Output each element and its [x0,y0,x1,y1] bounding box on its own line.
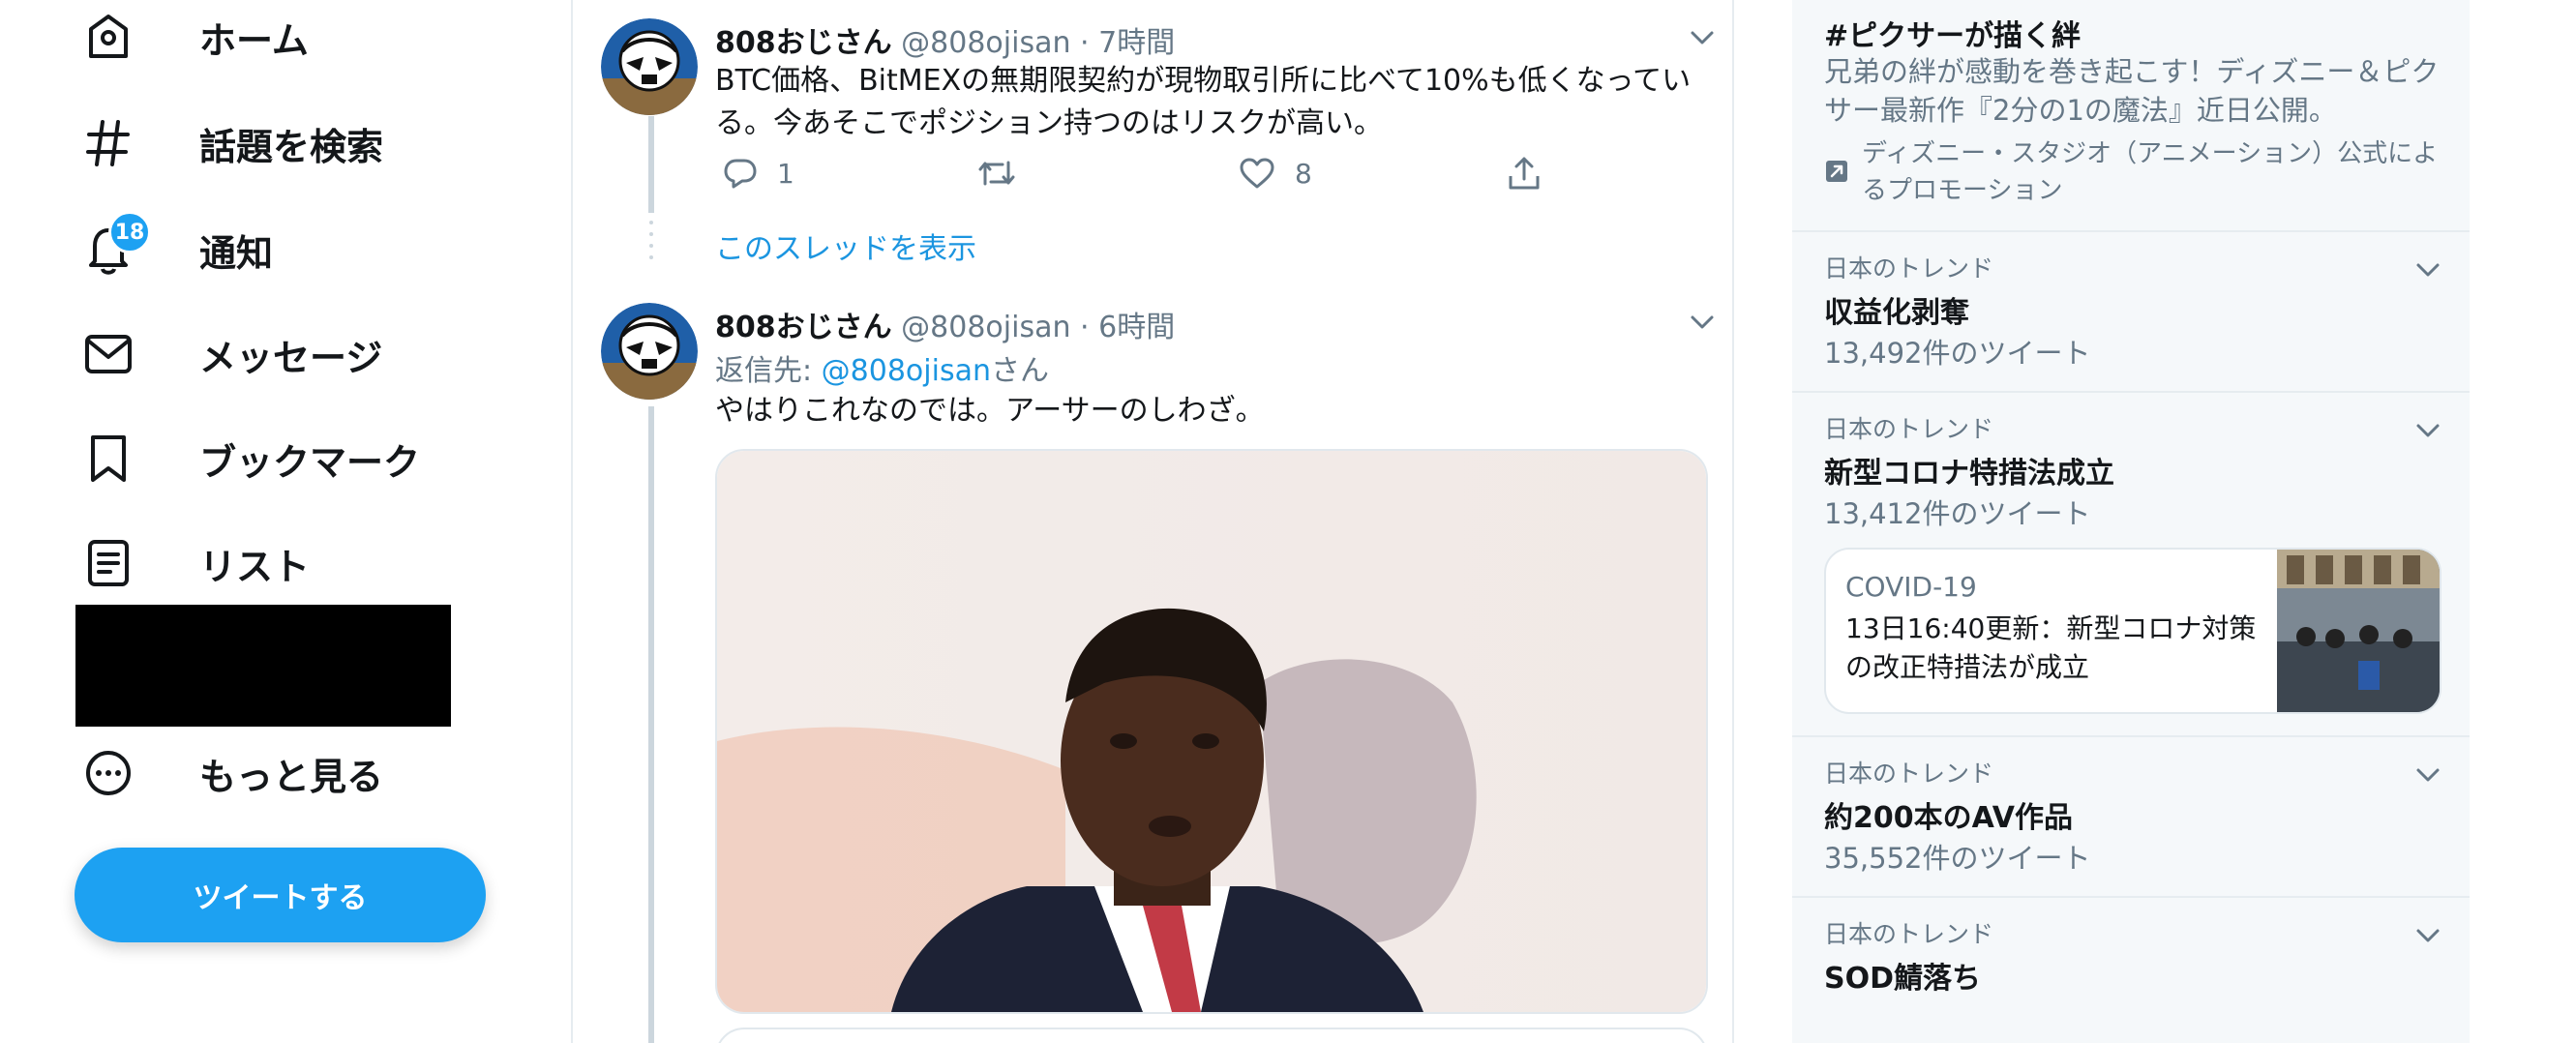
share-icon [1506,155,1543,192]
chevron-down-icon[interactable] [2411,759,2444,791]
tweet-media-photo[interactable] [715,449,1708,1014]
promoted-icon [1824,159,1849,184]
chevron-down-icon[interactable] [2411,414,2444,447]
notification-badge: 18 [108,211,151,253]
reply-context: 返信先: @808ojisanさん [715,346,1049,389]
redacted-block [75,605,451,727]
hashtag-icon [75,110,141,176]
tweet-text: BTC価格、BitMEXの無期限契約が現物取引所に比べて10%も低くなっている。… [715,64,1692,140]
bookmark-icon [75,426,141,492]
like-count: 8 [1295,157,1312,190]
thread-line [648,406,654,1043]
nav-item-more[interactable]: もっと見る [75,734,383,812]
news-card[interactable]: COVID-19 13日16:40更新：新型コロナ対策の改正特措法が成立 [1824,548,2441,714]
show-thread-link[interactable]: このスレッドを表示 [715,224,976,267]
trend-topic: SOD鯖落ち [1824,962,1982,996]
reply-count: 1 [777,157,794,190]
timestamp[interactable]: · 6時間 [1080,311,1175,344]
nav-item-explore[interactable]: 話題を検索 [75,104,383,182]
trend-topic: 新型コロナ特措法成立 [1824,457,2114,491]
news-headline: 13日16:40更新：新型コロナ対策の改正特措法が成立 [1845,612,2257,683]
trend-topic: 収益化剥奪 [1824,296,1969,330]
sidebar-nav: ホーム 話題を検索 18 通知 メッセージ ブックマーク リスト もっと見る ツ… [0,0,571,1043]
user-handle[interactable]: @808ojisan [901,26,1070,60]
chevron-down-icon[interactable] [1686,21,1719,54]
news-thumbnail [2277,550,2440,712]
promoted-trend-title: #ピクサーが描く絆 [1824,19,2082,53]
tweet-header: 808おじさん @808ojisan · 7時間 [715,18,1175,61]
trend-context: 日本のトレンド [1824,920,1994,948]
tweet-button[interactable]: ツイートする [75,848,486,942]
thread-connector [648,219,654,269]
trends-panel: #ピクサーが描く絆 兄弟の絆が感動を巻き起こす！ディズニー＆ピクサー最新作『2分… [1792,0,2470,1043]
bell-icon: 18 [75,211,151,283]
retweet-button[interactable] [977,157,1016,190]
like-button[interactable]: 8 [1239,157,1312,190]
next-card-edge [715,1028,1708,1043]
nav-item-notifications[interactable]: 18 通知 [75,211,273,288]
trend-context: 日本のトレンド [1824,415,1994,443]
timestamp[interactable]: · 7時間 [1080,26,1175,60]
share-button[interactable] [1506,155,1543,192]
nav-label: 通知 [199,231,274,275]
nav-item-lists[interactable]: リスト [75,524,310,602]
more-circle-icon [75,740,141,806]
trend-tweet-count: 35,552件のツイート [1824,842,2091,875]
chevron-down-icon[interactable] [2411,919,2444,952]
trend-tweet-count: 13,492件のツイート [1824,337,2091,370]
list-icon [75,530,141,596]
trend-context: 日本のトレンド [1824,254,1994,283]
tweet-header: 808おじさん @808ojisan · 6時間 [715,303,1175,345]
nav-label: メッセージ [199,336,383,379]
nav-item-bookmarks[interactable]: ブックマーク [75,420,420,497]
avatar[interactable] [601,18,698,115]
display-name[interactable]: 808おじさん [715,311,892,344]
nav-item-home[interactable]: ホーム [75,0,309,75]
trend-tweet-count: 13,412件のツイート [1824,497,2091,530]
thread-line [648,116,654,213]
chevron-down-icon[interactable] [1686,306,1719,339]
nav-label: もっと見る [199,755,384,798]
home-icon [75,4,141,70]
reply-prefix: 返信先: [715,354,822,388]
trend-item[interactable]: 日本のトレンド SOD鯖落ち [1792,898,2470,1043]
user-handle[interactable]: @808ojisan [901,311,1070,344]
promoted-trend[interactable]: #ピクサーが描く絆 兄弟の絆が感動を巻き起こす！ディズニー＆ピクサー最新作『2分… [1792,0,2470,232]
nav-label: ブックマーク [199,440,421,484]
envelope-icon [75,321,141,387]
display-name[interactable]: 808おじさん [715,26,892,60]
tweet-text: やはりこれなのでは。アーサーのしわざ。 [715,394,1265,428]
news-topic: COVID-19 [1845,571,1977,603]
reply-suffix: さん [990,354,1049,388]
nav-label: リスト [199,545,311,588]
nav-label: 話題を検索 [199,125,384,168]
trend-context: 日本のトレンド [1824,760,1994,788]
avatar[interactable] [601,303,698,400]
nav-item-messages[interactable]: メッセージ [75,315,382,393]
promoted-trend-description: 兄弟の絆が感動を巻き起こす！ディズニー＆ピクサー最新作『2分の1の魔法』近日公開… [1824,55,2440,127]
trend-item[interactable]: 日本のトレンド 収益化剥奪 13,492件のツイート [1792,232,2470,393]
trend-topic: 約200本のAV作品 [1824,801,2074,835]
timeline: 808おじさん @808ojisan · 7時間 BTC価格、BitMEXの無期… [571,0,1734,1043]
heart-icon [1239,157,1275,190]
trend-item[interactable]: 日本のトレンド 約200本のAV作品 35,552件のツイート [1792,737,2470,898]
promoted-by: ディズニー・スタジオ（アニメーション）公式によるプロモーション [1824,135,2443,209]
reply-handle-link[interactable]: @808ojisan [822,354,991,388]
reply-icon [723,157,758,190]
chevron-down-icon[interactable] [2411,253,2444,286]
reply-button[interactable]: 1 [723,157,794,190]
nav-label: ホーム [199,18,309,62]
promoted-by-text: ディズニー・スタジオ（アニメーション）公式によるプロモーション [1862,139,2439,205]
retweet-icon [977,157,1016,190]
